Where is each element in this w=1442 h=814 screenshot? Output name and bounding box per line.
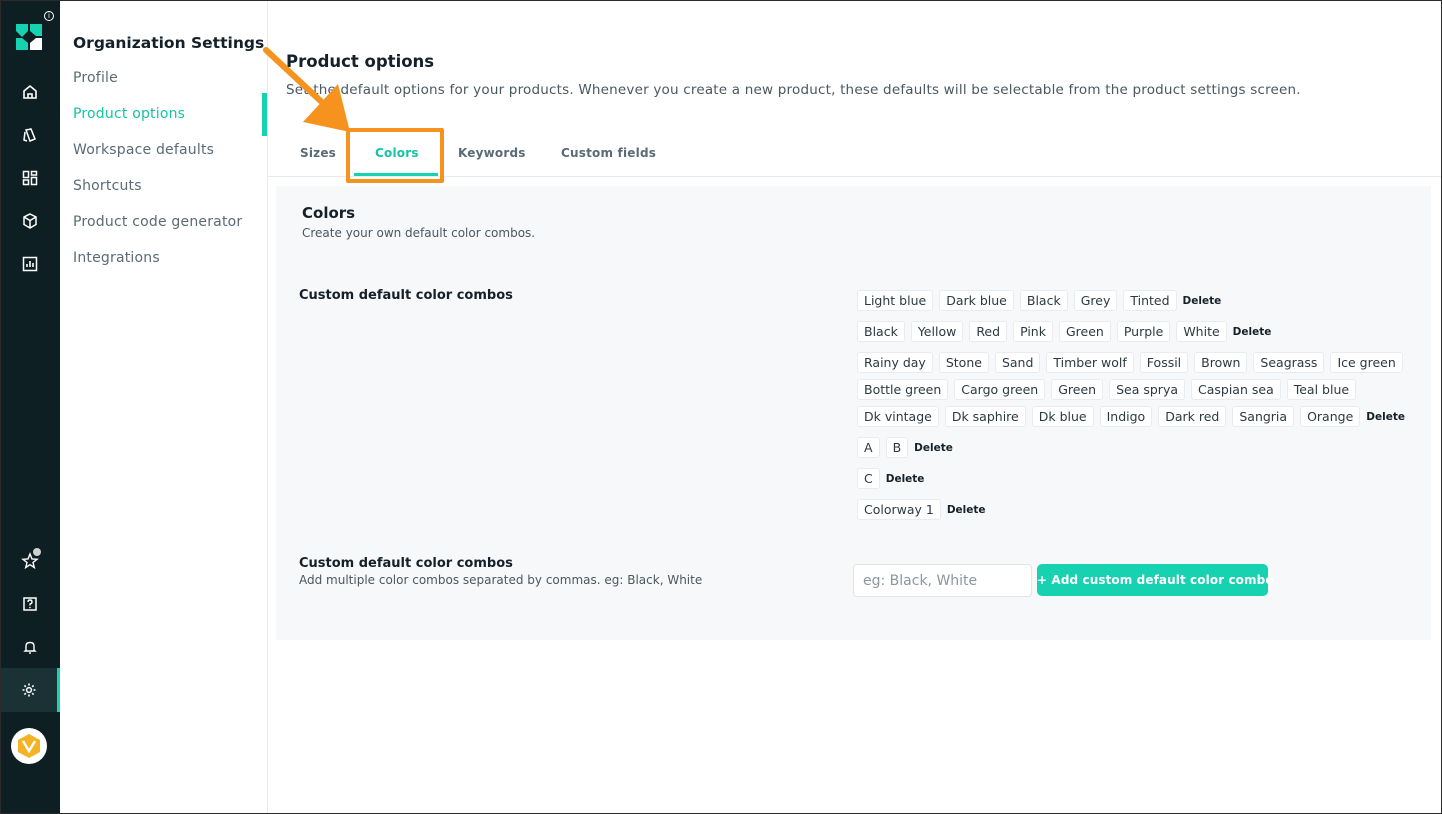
combo-input[interactable] bbox=[853, 564, 1032, 597]
tab-bar: Sizes Colors Keywords Custom fields bbox=[268, 132, 1442, 177]
combo-row: A B Delete bbox=[857, 437, 1417, 458]
delete-combo-button[interactable]: Delete bbox=[914, 442, 953, 454]
color-chip: C bbox=[857, 468, 880, 489]
color-chip: Stone bbox=[938, 352, 989, 373]
color-chip: Black bbox=[1019, 290, 1068, 311]
notification-dot bbox=[33, 548, 41, 556]
color-chip: Grey bbox=[1073, 290, 1118, 311]
logo-icon[interactable] bbox=[14, 22, 44, 52]
color-chip: Sea sprya bbox=[1109, 379, 1185, 400]
delete-combo-button[interactable]: Delete bbox=[1183, 295, 1222, 307]
combos-label: Custom default color combos bbox=[299, 288, 513, 303]
panel-subtitle: Create your own default color combos. bbox=[302, 226, 536, 240]
color-chip: Orange bbox=[1300, 406, 1361, 427]
color-chip: White bbox=[1176, 321, 1227, 342]
delete-combo-button[interactable]: Delete bbox=[947, 504, 986, 516]
color-chip: Colorway 1 bbox=[857, 499, 941, 520]
combo-row: C Delete bbox=[857, 468, 1417, 489]
delete-combo-button[interactable]: Delete bbox=[886, 473, 925, 485]
highlight-box bbox=[346, 128, 444, 183]
combo-row: Rainy day Stone Sand Timber wolf Fossil Brown… bbox=[857, 352, 1417, 427]
color-chip: A bbox=[857, 437, 880, 458]
delete-combo-button[interactable]: Delete bbox=[1366, 411, 1405, 423]
home-icon[interactable] bbox=[0, 74, 60, 110]
info-icon[interactable]: i bbox=[44, 11, 54, 21]
color-chip: Ice green bbox=[1330, 352, 1403, 373]
color-chip: Dark red bbox=[1158, 406, 1227, 427]
color-chip: Cargo green bbox=[954, 379, 1046, 400]
tag-icon[interactable] bbox=[0, 117, 60, 153]
add-combos-label: Custom default color combos bbox=[299, 556, 513, 571]
color-chip: Dk vintage bbox=[857, 406, 939, 427]
main-content: Product options Set the default options … bbox=[268, 0, 1442, 814]
sidebar-item-integrations[interactable]: Integrations bbox=[73, 250, 160, 266]
color-chip: Rainy day bbox=[857, 352, 933, 373]
color-chip: Tinted bbox=[1123, 290, 1177, 311]
dashboard-icon[interactable] bbox=[0, 160, 60, 196]
tab-sizes[interactable]: Sizes bbox=[300, 146, 336, 160]
color-chip: Green bbox=[1051, 379, 1104, 400]
add-combos-hint: Add multiple color combos separated by c… bbox=[299, 573, 703, 587]
combo-row: Light blue Dark blue Black Grey Tinted Delete bbox=[857, 290, 1417, 311]
color-chip: Seagrass bbox=[1253, 352, 1325, 373]
color-chip: Timber wolf bbox=[1046, 352, 1134, 373]
color-chip: Yellow bbox=[910, 321, 964, 342]
chart-icon[interactable] bbox=[0, 246, 60, 282]
tab-keywords[interactable]: Keywords bbox=[458, 146, 526, 160]
sidebar-item-product-code-generator[interactable]: Product code generator bbox=[73, 214, 242, 230]
color-chip: Green bbox=[1058, 321, 1111, 342]
sidebar-item-workspace-defaults[interactable]: Workspace defaults bbox=[73, 142, 214, 158]
color-chip: Dk saphire bbox=[944, 406, 1026, 427]
color-chip: Light blue bbox=[857, 290, 934, 311]
bell-icon[interactable] bbox=[0, 629, 60, 665]
color-chip: Caspian sea bbox=[1191, 379, 1281, 400]
color-chip: Fossil bbox=[1139, 352, 1189, 373]
settings-sidebar: Organization Settings Profile Product op… bbox=[60, 0, 268, 814]
color-chip: Pink bbox=[1013, 321, 1053, 342]
sidebar-item-product-options[interactable]: Product options bbox=[73, 106, 185, 122]
color-chip: Sangria bbox=[1232, 406, 1295, 427]
color-chip: Teal blue bbox=[1286, 379, 1357, 400]
help-icon[interactable] bbox=[0, 586, 60, 622]
avatar[interactable] bbox=[11, 728, 47, 764]
box-icon[interactable] bbox=[0, 203, 60, 239]
gear-icon[interactable] bbox=[0, 668, 60, 712]
page-description: Set the default options for your product… bbox=[286, 82, 1301, 98]
color-chip: Purple bbox=[1116, 321, 1171, 342]
star-icon[interactable] bbox=[0, 543, 60, 579]
colors-panel: Colors Create your own default color com… bbox=[276, 186, 1431, 640]
avatar-icon bbox=[18, 734, 40, 758]
color-chip: Black bbox=[857, 321, 905, 342]
combo-row: Black Yellow Red Pink Green Purple White Delete bbox=[857, 321, 1417, 342]
color-chip: Dk blue bbox=[1031, 406, 1094, 427]
combo-row: Colorway 1 Delete bbox=[857, 499, 1417, 520]
panel-title: Colors bbox=[302, 204, 356, 222]
color-chip: Brown bbox=[1194, 352, 1248, 373]
delete-combo-button[interactable]: Delete bbox=[1233, 326, 1272, 338]
sidebar-title: Organization Settings bbox=[73, 34, 265, 52]
add-combo-button[interactable]: + Add custom default color combo bbox=[1037, 564, 1274, 596]
icon-rail: i bbox=[0, 0, 60, 814]
color-chip: Red bbox=[969, 321, 1008, 342]
sidebar-item-shortcuts[interactable]: Shortcuts bbox=[73, 178, 142, 194]
sidebar-item-profile[interactable]: Profile bbox=[73, 70, 118, 86]
color-chip: Sand bbox=[994, 352, 1041, 373]
color-chip: Bottle green bbox=[857, 379, 949, 400]
color-chip: Indigo bbox=[1099, 406, 1153, 427]
pointer-arrow-icon bbox=[263, 47, 350, 132]
color-chip: B bbox=[885, 437, 909, 458]
combo-list: Light blue Dark blue Black Grey Tinted Delete… bbox=[857, 290, 1417, 530]
tab-custom-fields[interactable]: Custom fields bbox=[561, 146, 656, 160]
color-chip: Dark blue bbox=[939, 290, 1014, 311]
